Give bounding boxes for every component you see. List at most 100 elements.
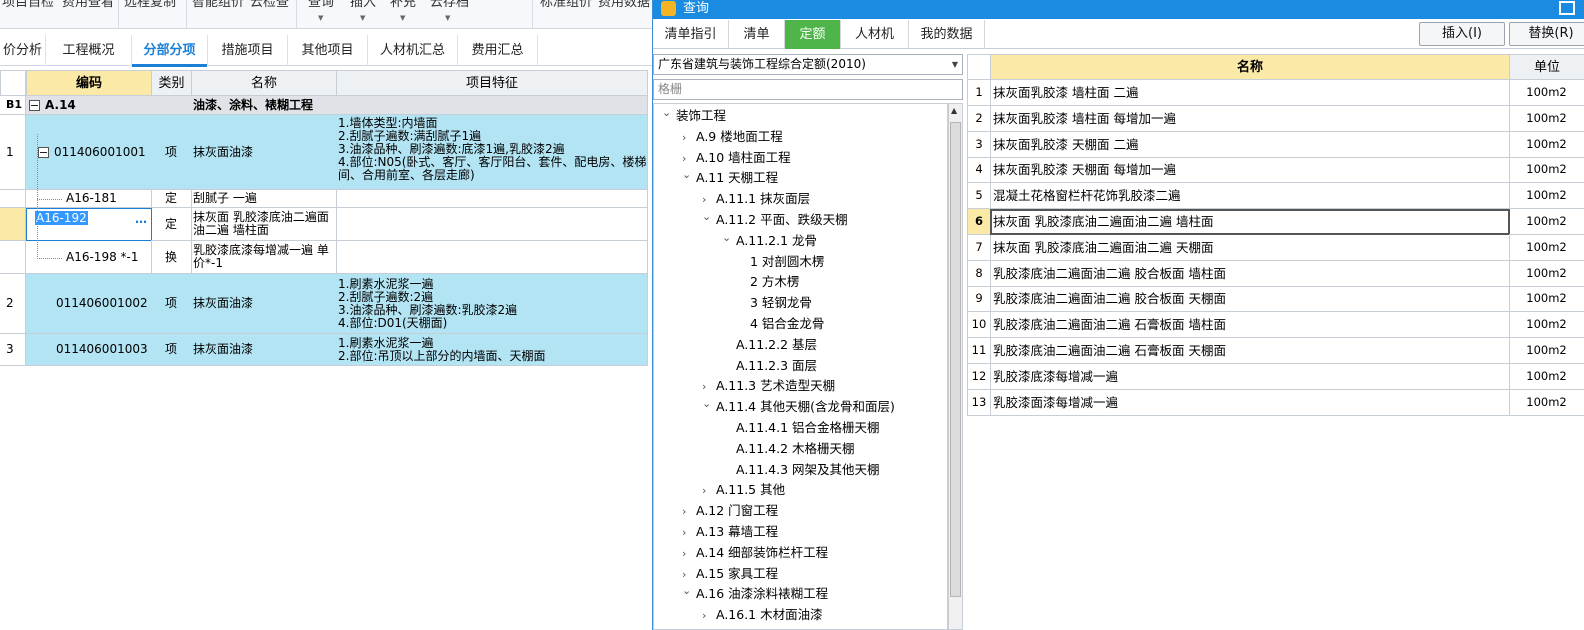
row-code-editing[interactable]: A16-192… xyxy=(26,208,152,241)
tree-node[interactable]: 3 轻钢龙骨 xyxy=(742,293,812,313)
ribbon-smart-pricing[interactable]: 智能组价 xyxy=(192,0,244,13)
tree-scrollbar[interactable]: ▲ xyxy=(948,103,963,630)
collapse-icon[interactable] xyxy=(29,100,40,111)
query-dropdown-icon[interactable]: ▼ xyxy=(318,14,323,22)
ribbon-insert[interactable]: 插入 xyxy=(350,0,376,13)
result-row-number[interactable]: 5 xyxy=(967,183,991,210)
result-row-name[interactable]: 乳胶漆底漆每增减一遍 xyxy=(990,363,1510,390)
result-row-name[interactable]: 抹灰面 乳胶漆底油二遍面油二遍 天棚面 xyxy=(990,234,1510,261)
row-gutter[interactable] xyxy=(0,241,26,274)
ribbon-supplement[interactable]: 补充 xyxy=(390,0,416,13)
collapse-icon[interactable] xyxy=(38,146,49,158)
tab-measures[interactable]: 措施项目 xyxy=(208,35,288,66)
row-features[interactable]: 1.墙体类型:内墙面 2.刮腻子遍数:满刮腻子1遍 3.油漆品种、刷漆遍数:底漆… xyxy=(336,115,648,190)
result-row-name[interactable]: 抹灰面 乳胶漆底油二遍面油二遍 墙柱面 xyxy=(990,209,1510,235)
ribbon-cloud-archive[interactable]: 云存档 xyxy=(430,0,469,13)
result-row-number[interactable]: 11 xyxy=(967,338,991,364)
tree-node[interactable]: ⌄ A.11.4 其他天棚(含龙骨和面层) xyxy=(702,397,895,417)
result-row-name[interactable]: 乳胶漆面漆每增减一遍 xyxy=(990,389,1510,416)
result-row-number[interactable]: 4 xyxy=(967,157,991,184)
chevron-right-icon[interactable]: › xyxy=(702,481,716,501)
row-type[interactable]: 项 xyxy=(151,115,192,190)
row-gutter[interactable] xyxy=(0,208,26,241)
tree-node[interactable]: 4 铝合金龙骨 xyxy=(742,314,824,334)
maximize-icon[interactable] xyxy=(1559,1,1575,15)
search-input[interactable]: 格栅 xyxy=(653,79,963,100)
tab-project-overview[interactable]: 工程概况 xyxy=(46,35,132,66)
tree-node[interactable]: A.11.4.1 铝合金格栅天棚 xyxy=(722,418,880,438)
result-row-name[interactable]: 乳胶漆底油二遍面油二遍 胶合板面 天棚面 xyxy=(990,286,1510,313)
chevron-down-icon[interactable]: ⌄ xyxy=(682,581,696,601)
chevron-down-icon[interactable]: ⌄ xyxy=(702,207,716,227)
result-row-unit[interactable]: 100m2 xyxy=(1509,364,1584,390)
result-row-name[interactable]: 抹灰面乳胶漆 墙柱面 二遍 xyxy=(990,80,1510,106)
result-row-number[interactable]: 13 xyxy=(967,389,991,416)
tree-node[interactable]: › A.12 门窗工程 xyxy=(682,501,778,521)
tree-node[interactable]: › A.15 家具工程 xyxy=(682,564,778,584)
row-number[interactable]: 1 xyxy=(0,115,26,190)
tree-node[interactable]: › A.11.5 其他 xyxy=(702,480,785,500)
tree-node[interactable]: A.11.2.2 基层 xyxy=(722,335,817,355)
col-header-features[interactable]: 项目特征 xyxy=(336,70,648,96)
section-code[interactable]: A.14 xyxy=(26,96,152,115)
row-number[interactable]: 3 xyxy=(0,334,26,366)
chevron-right-icon[interactable]: › xyxy=(702,606,716,626)
scrollbar-thumb[interactable] xyxy=(950,122,961,597)
result-row-number[interactable]: 12 xyxy=(967,363,991,390)
ribbon-remote-copy[interactable]: 远程复制 xyxy=(124,0,176,13)
result-row-name[interactable]: 抹灰面乳胶漆 天棚面 每增加一遍 xyxy=(990,157,1510,184)
chevron-right-icon[interactable]: › xyxy=(682,523,696,543)
ribbon-fee-view[interactable]: 费用查看 xyxy=(62,0,114,13)
quota-library-select[interactable]: 广东省建筑与装饰工程综合定额(2010) ▼ xyxy=(653,54,963,75)
tree-node[interactable]: ⌄ A.11 天棚工程 xyxy=(682,168,778,188)
tab-price-analysis[interactable]: 价分析 xyxy=(0,35,46,66)
chevron-down-icon[interactable]: ⌄ xyxy=(662,104,676,123)
result-row-number[interactable]: 7 xyxy=(967,234,991,261)
result-row-name[interactable]: 乳胶漆底油二遍面油二遍 胶合板面 墙柱面 xyxy=(990,260,1510,287)
result-row-unit[interactable]: 100m2 xyxy=(1509,286,1584,313)
ribbon-fee-data[interactable]: 费用数据 xyxy=(598,0,650,13)
row-name[interactable]: 刮腻子 一遍 xyxy=(191,190,337,208)
result-row-name[interactable]: 乳胶漆底油二遍面油二遍 石膏板面 墙柱面 xyxy=(990,312,1510,339)
tree-node[interactable]: A.11.4.3 网架及其他天棚 xyxy=(722,460,880,480)
tree-node[interactable]: A.11.2.3 面层 xyxy=(722,356,817,376)
tab-bill-guide[interactable]: 清单指引 xyxy=(653,20,729,49)
result-row-unit[interactable]: 100m2 xyxy=(1509,338,1584,364)
result-row-number[interactable]: 6 xyxy=(967,209,991,235)
replace-button[interactable]: 替换(R) xyxy=(1509,22,1584,46)
tree-node[interactable]: ⌄ A.11.2.1 龙骨 xyxy=(722,231,817,251)
tab-bill[interactable]: 清单 xyxy=(729,20,785,49)
result-row-name[interactable]: 混凝土花格窗栏杆花饰乳胶漆二遍 xyxy=(990,183,1510,210)
row-type[interactable]: 项 xyxy=(151,334,192,366)
row-gutter[interactable] xyxy=(0,190,26,208)
tree-node[interactable]: 2 方木楞 xyxy=(742,272,799,292)
result-row-number[interactable]: 2 xyxy=(967,105,991,132)
tree-node[interactable]: › A.14 细部装饰栏杆工程 xyxy=(682,543,828,563)
result-row-unit[interactable]: 100m2 xyxy=(1509,209,1584,235)
ribbon-cloud-check[interactable]: 云检查 xyxy=(250,0,289,13)
row-code[interactable]: 011406001002 xyxy=(26,274,152,334)
tree-node[interactable]: › A.11.3 艺术造型天棚 xyxy=(702,376,835,396)
row-features[interactable]: 1.刷素水泥浆一遍 2.部位:吊顶以上部分的内墙面、天棚面 xyxy=(336,334,648,366)
insert-dropdown-icon[interactable]: ▼ xyxy=(360,14,365,22)
row-number[interactable]: 2 xyxy=(0,274,26,334)
result-row-unit[interactable]: 100m2 xyxy=(1509,132,1584,158)
row-name[interactable]: 乳胶漆底漆每增减一遍 单价*-1 xyxy=(191,241,337,274)
result-row-unit[interactable]: 100m2 xyxy=(1509,235,1584,261)
result-row-unit[interactable]: 100m2 xyxy=(1509,157,1584,184)
tree-node[interactable]: › A.13 幕墙工程 xyxy=(682,522,778,542)
result-row-number[interactable]: 9 xyxy=(967,286,991,313)
tree-node[interactable]: › A.11.1 抹灰面层 xyxy=(702,189,810,209)
col-header-type[interactable]: 类别 xyxy=(151,70,192,96)
ribbon-standard-pricing[interactable]: 标准组价 xyxy=(540,0,592,13)
tree-node[interactable]: 1 对剖圆木楞 xyxy=(742,252,824,272)
result-row-unit[interactable]: 100m2 xyxy=(1509,312,1584,339)
row-name[interactable]: 抹灰面油漆 xyxy=(191,115,337,190)
result-row-name[interactable]: 乳胶漆底油二遍面油二遍 石膏板面 天棚面 xyxy=(990,338,1510,364)
row-type[interactable]: 换 xyxy=(151,241,192,274)
result-row-unit[interactable]: 100m2 xyxy=(1509,80,1584,106)
row-features[interactable]: 1.刷素水泥浆一遍 2.刮腻子遍数:2遍 3.油漆品种、刷漆遍数:乳胶漆2遍 4… xyxy=(336,274,648,334)
row-gutter[interactable]: B1 xyxy=(0,96,26,115)
chevron-right-icon[interactable]: › xyxy=(682,544,696,564)
row-features[interactable] xyxy=(336,241,648,274)
